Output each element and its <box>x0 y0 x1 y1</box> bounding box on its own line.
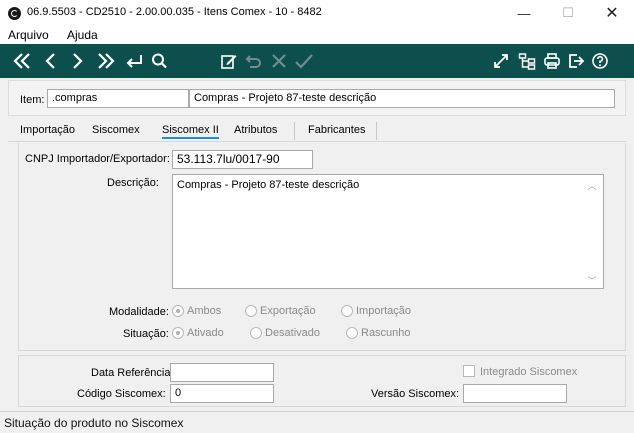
undo-icon <box>245 55 261 68</box>
search-button[interactable] <box>148 44 170 78</box>
cancel-button[interactable] <box>268 44 290 78</box>
first-icon <box>13 53 30 69</box>
tab-bar: Importação Siscomex Siscomex II Atributo… <box>8 120 626 142</box>
undo-button[interactable] <box>242 44 266 78</box>
situacao-ativado-radio[interactable]: Ativado <box>172 327 250 339</box>
radio-selected-icon <box>172 305 184 317</box>
minimize-button[interactable]: — <box>502 0 546 26</box>
exit-button[interactable] <box>565 44 587 78</box>
application-window: 06.9.5503 - CD2510 - 2.00.00.035 - Itens… <box>0 0 634 433</box>
tab-siscomex-ii[interactable]: Siscomex II <box>162 124 219 139</box>
item-code-input[interactable]: .compras <box>47 89 189 108</box>
situacao-label: Situação: <box>123 328 169 340</box>
previous-record-button[interactable] <box>40 44 62 78</box>
tab-separator <box>294 122 295 140</box>
title-bar: 06.9.5503 - CD2510 - 2.00.00.035 - Itens… <box>0 0 634 26</box>
tree-button[interactable] <box>516 44 538 78</box>
tab-atributos[interactable]: Atributos <box>234 124 277 136</box>
next-record-button[interactable] <box>66 44 88 78</box>
maximize-button[interactable]: ☐ <box>546 0 590 26</box>
print-button[interactable] <box>541 44 563 78</box>
tree-icon <box>518 53 536 70</box>
cnpj-input[interactable]: 53.113.7lu/0017-90 <box>172 150 313 169</box>
status-bar: Situação do produto no Siscomex <box>0 411 634 433</box>
integrado-siscomex-checkbox[interactable] <box>463 365 475 377</box>
return-button[interactable] <box>122 44 146 78</box>
last-icon <box>98 53 115 69</box>
modalidade-exportacao-radio[interactable]: Exportação <box>245 305 341 317</box>
print-icon <box>544 53 560 69</box>
search-icon <box>152 53 167 69</box>
menu-arquivo[interactable]: Arquivo <box>8 28 49 42</box>
edit-button[interactable] <box>218 44 240 78</box>
refresh-icon <box>494 54 508 68</box>
versao-siscomex-input[interactable] <box>463 384 567 403</box>
radio-unselected-icon <box>250 327 262 339</box>
radio-unselected-icon <box>341 305 353 317</box>
radio-unselected-icon <box>245 305 257 317</box>
toolbar <box>0 44 634 78</box>
item-label: Item: <box>20 94 45 106</box>
tab-importacao[interactable]: Importação <box>20 124 75 136</box>
siscomex-ii-panel: CNPJ Importador/Exportador: 53.113.7lu/0… <box>18 143 626 351</box>
status-text: Situação do produto no Siscomex <box>4 416 184 430</box>
scroll-up-icon[interactable]: ︿ <box>587 179 597 191</box>
cnpj-label: CNPJ Importador/Exportador: <box>25 153 170 165</box>
app-logo-icon <box>8 7 21 20</box>
modalidade-label: Modalidade: <box>109 306 169 318</box>
confirm-button[interactable] <box>292 44 316 78</box>
situacao-radio-group: Ativado Desativado Rascunho <box>172 327 436 339</box>
menu-bar: Arquivo Ajuda <box>0 26 634 44</box>
previous-icon <box>45 53 55 69</box>
integrado-siscomex-label: Integrado Siscomex <box>480 366 578 378</box>
help-button[interactable] <box>589 44 611 78</box>
next-icon <box>73 53 83 69</box>
modalidade-importacao-radio[interactable]: Importação <box>341 305 431 317</box>
return-icon <box>126 55 142 68</box>
modalidade-ambos-radio[interactable]: Ambos <box>172 305 245 317</box>
close-button[interactable]: ✕ <box>590 0 634 26</box>
item-description-input[interactable]: Compras - Projeto 87-teste descrição <box>189 89 615 108</box>
tab-fabricantes[interactable]: Fabricantes <box>308 124 365 136</box>
radio-unselected-icon <box>346 327 358 339</box>
descricao-text: Compras - Projeto 87-teste descrição <box>177 179 360 191</box>
codigo-siscomex-label: Código Siscomex: <box>77 388 166 400</box>
scroll-down-icon[interactable]: ﹀ <box>587 274 597 286</box>
tab-siscomex[interactable]: Siscomex <box>92 124 140 136</box>
cancel-icon <box>272 54 286 68</box>
help-icon <box>592 53 608 69</box>
confirm-icon <box>295 54 313 69</box>
situacao-rascunho-radio[interactable]: Rascunho <box>346 327 436 339</box>
modalidade-radio-group: Ambos Exportação Importação <box>172 305 431 317</box>
menu-ajuda[interactable]: Ajuda <box>67 28 98 42</box>
refresh-button[interactable] <box>490 44 512 78</box>
exit-icon <box>569 54 585 68</box>
tab-separator <box>376 122 377 140</box>
descricao-label: Descrição: <box>107 177 159 189</box>
siscomex-info-panel: Data Referência: Integrado Siscomex Códi… <box>18 355 626 407</box>
edit-icon <box>221 55 237 69</box>
descricao-textarea[interactable]: Compras - Projeto 87-teste descrição ︿ ﹀ <box>172 174 604 289</box>
versao-siscomex-label: Versão Siscomex: <box>371 388 460 400</box>
first-record-button[interactable] <box>8 44 36 78</box>
radio-selected-icon <box>172 327 184 339</box>
codigo-siscomex-input[interactable]: 0 <box>170 384 274 403</box>
item-panel: Item: .compras Compras - Projeto 87-test… <box>8 80 626 116</box>
last-record-button[interactable] <box>92 44 120 78</box>
situacao-desativado-radio[interactable]: Desativado <box>250 327 346 339</box>
window-title: 06.9.5503 - CD2510 - 2.00.00.035 - Itens… <box>27 6 322 18</box>
data-referencia-input[interactable] <box>170 363 274 382</box>
data-referencia-label: Data Referência: <box>91 367 174 379</box>
